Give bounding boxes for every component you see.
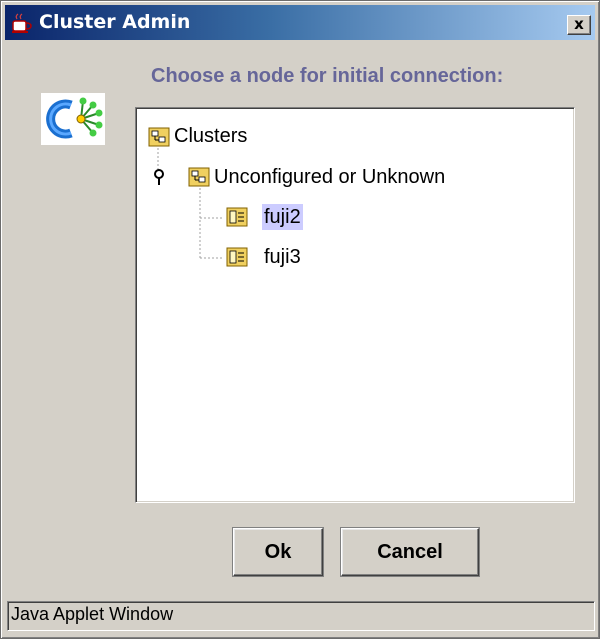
connection-prompt: Choose a node for initial connection: (151, 65, 504, 87)
cluster-logo-icon (41, 93, 105, 145)
status-text: Java Applet Window (11, 604, 174, 624)
server-node-icon (226, 207, 248, 227)
java-coffee-icon (12, 13, 32, 33)
tree-item-unconfigured[interactable]: Unconfigured or Unknown (212, 164, 447, 190)
title-bar[interactable]: Cluster Admin x (5, 5, 595, 40)
tree-item-fuji3[interactable]: fuji3 (262, 244, 303, 270)
expanded-handle-icon[interactable] (148, 166, 170, 188)
cluster-folder-icon (188, 167, 210, 187)
tree-item-fuji2[interactable]: fuji2 (262, 204, 303, 230)
server-node-icon (226, 247, 248, 267)
ok-button[interactable]: Ok (232, 527, 324, 577)
window-title: Cluster Admin (39, 11, 191, 33)
status-bar: Java Applet Window (7, 601, 595, 631)
cluster-tree[interactable]: Clusters Unconfigured or Unknown fuji2 f… (135, 107, 575, 503)
close-button[interactable]: x (567, 15, 591, 35)
tree-item-clusters[interactable]: Clusters (172, 123, 249, 149)
cluster-folder-icon (148, 127, 170, 147)
cancel-button[interactable]: Cancel (340, 527, 480, 577)
cluster-admin-window: Cluster Admin x Choose a node for initia… (0, 0, 600, 639)
